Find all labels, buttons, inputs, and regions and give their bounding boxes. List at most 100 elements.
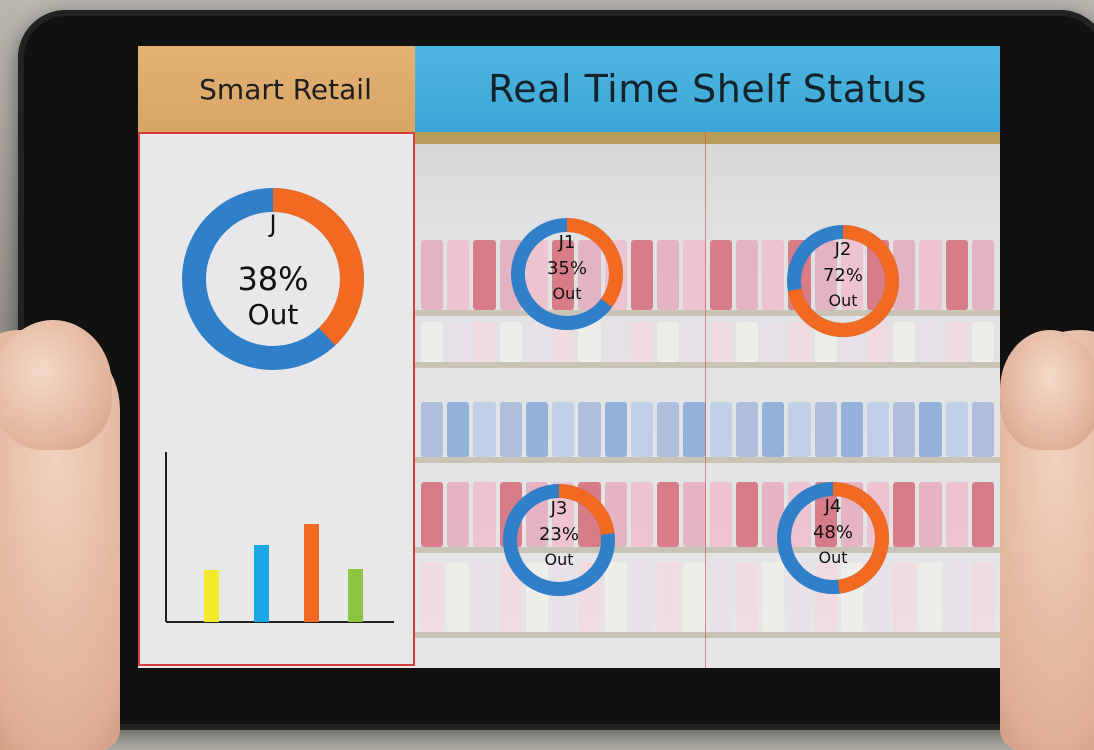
shelf-donut-j1-percent: 35% bbox=[546, 258, 587, 279]
product-package bbox=[447, 482, 470, 547]
product-package bbox=[630, 482, 654, 547]
product-package bbox=[447, 402, 470, 457]
shelf-edge bbox=[415, 457, 1000, 463]
shelf-donut-j1-status: Out bbox=[552, 284, 582, 303]
bar-4 bbox=[348, 569, 363, 622]
product-package bbox=[473, 322, 496, 362]
header-right-title: Real Time Shelf Status bbox=[488, 67, 927, 111]
product-package bbox=[683, 402, 706, 457]
product-package bbox=[657, 562, 680, 632]
product-package bbox=[657, 402, 680, 457]
product-package bbox=[945, 322, 968, 362]
product-package bbox=[735, 402, 759, 457]
product-package bbox=[893, 402, 916, 457]
main-donut-percent: 38% bbox=[237, 260, 309, 298]
shelf-donut-j4: J4 48% Out bbox=[777, 482, 889, 594]
product-package bbox=[971, 240, 995, 310]
product-package bbox=[735, 240, 759, 310]
shelf-donut-j3-percent: 23% bbox=[538, 524, 579, 545]
product-package bbox=[762, 240, 785, 310]
product-package bbox=[945, 240, 968, 310]
product-package bbox=[630, 240, 654, 310]
shelf-edge bbox=[415, 362, 1000, 368]
product-package bbox=[788, 402, 811, 457]
product-package bbox=[709, 322, 732, 362]
bar-2 bbox=[254, 545, 269, 622]
product-package bbox=[552, 402, 575, 457]
header-left: Smart Retail bbox=[138, 46, 433, 132]
shelf-products-row bbox=[415, 240, 1000, 310]
main-donut: J 38% Out bbox=[182, 188, 364, 370]
product-package bbox=[762, 322, 785, 362]
product-package bbox=[447, 240, 470, 310]
product-package bbox=[709, 482, 732, 547]
product-package bbox=[893, 562, 916, 632]
product-package bbox=[657, 322, 680, 362]
product-package bbox=[919, 240, 942, 310]
product-package bbox=[630, 562, 654, 632]
shelf-products-row bbox=[415, 322, 1000, 362]
bar-3 bbox=[304, 524, 319, 622]
left-thumb bbox=[0, 320, 112, 450]
product-package bbox=[709, 240, 732, 310]
product-package bbox=[657, 482, 680, 547]
product-package bbox=[971, 402, 995, 457]
product-package bbox=[919, 562, 942, 632]
shelf-donut-j3: J3 23% Out bbox=[503, 484, 615, 596]
product-package bbox=[735, 482, 759, 547]
product-package bbox=[683, 240, 706, 310]
shelf-edge bbox=[415, 632, 1000, 638]
product-package bbox=[971, 562, 995, 632]
shelf-header-stripe bbox=[415, 132, 1000, 144]
product-package bbox=[683, 562, 706, 632]
shelf-edge bbox=[415, 310, 1000, 316]
product-package bbox=[421, 322, 444, 362]
product-package bbox=[709, 402, 732, 457]
product-package bbox=[421, 482, 444, 547]
product-package bbox=[840, 402, 863, 457]
shelf-donut-j2-percent: 72% bbox=[822, 265, 863, 286]
product-package bbox=[762, 402, 785, 457]
product-package bbox=[709, 562, 732, 632]
section-divider bbox=[705, 132, 706, 668]
main-donut-label: J bbox=[269, 210, 277, 238]
product-package bbox=[919, 482, 942, 547]
header-left-title: Smart Retail bbox=[199, 72, 372, 106]
product-package bbox=[866, 402, 890, 457]
shelf-donut-j4-status: Out bbox=[818, 548, 848, 567]
shelf-donut-j3-label: J3 bbox=[550, 498, 568, 519]
shelf-donut-j4-percent: 48% bbox=[812, 522, 853, 543]
product-package bbox=[499, 402, 522, 457]
product-package bbox=[683, 322, 706, 362]
product-package bbox=[893, 482, 916, 547]
product-package bbox=[473, 402, 496, 457]
product-package bbox=[421, 562, 444, 632]
shelf-donut-j4-label: J4 bbox=[824, 496, 842, 517]
product-package bbox=[447, 322, 470, 362]
bar-chart bbox=[165, 452, 394, 623]
product-package bbox=[604, 402, 627, 457]
right-thumb bbox=[1000, 330, 1094, 450]
shelf-donut-j2-status: Out bbox=[828, 291, 858, 310]
product-package bbox=[657, 240, 680, 310]
product-package bbox=[683, 482, 706, 547]
shelf-donut-j1: J1 35% Out bbox=[511, 218, 623, 330]
product-package bbox=[971, 322, 995, 362]
shelf-donut-j1-label: J1 bbox=[558, 232, 576, 253]
product-package bbox=[473, 562, 496, 632]
shelf-photo: J1 35% Out J2 72% Out J3 23% Out J4 48% … bbox=[415, 132, 1000, 668]
bar-1 bbox=[204, 570, 219, 622]
product-package bbox=[814, 402, 837, 457]
product-package bbox=[735, 322, 759, 362]
shelf-donut-j3-status: Out bbox=[544, 550, 574, 569]
product-package bbox=[945, 562, 968, 632]
product-package bbox=[735, 562, 759, 632]
product-package bbox=[473, 482, 496, 547]
product-package bbox=[447, 562, 470, 632]
product-package bbox=[421, 402, 444, 457]
product-package bbox=[945, 482, 968, 547]
header-right: Real Time Shelf Status bbox=[415, 46, 1000, 132]
shelf-products-row bbox=[415, 402, 1000, 457]
product-package bbox=[473, 240, 496, 310]
product-package bbox=[421, 240, 444, 310]
